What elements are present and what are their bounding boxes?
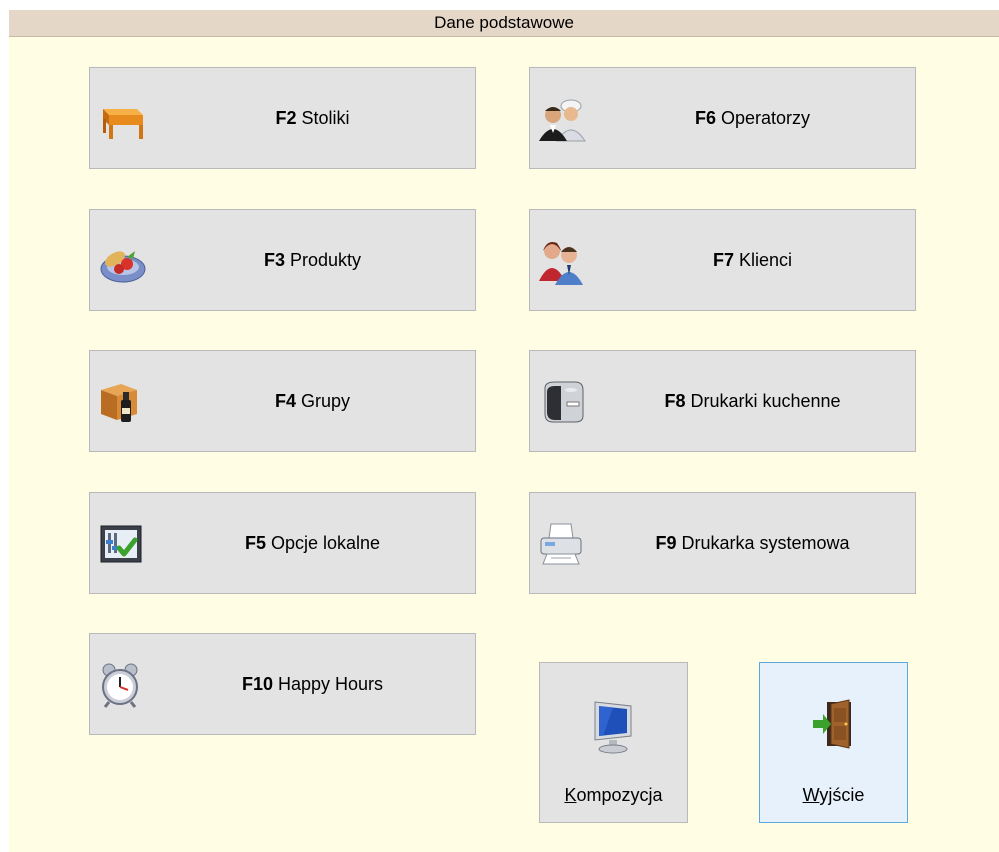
grupy-button[interactable]: F4 Grupy xyxy=(89,350,476,452)
window-title: Dane podstawowe xyxy=(9,10,999,37)
drukarki-kuchenne-button[interactable]: F8 Drukarki kuchenne xyxy=(529,350,916,452)
button-text: Produkty xyxy=(289,249,362,270)
shortcut-key: F9 xyxy=(655,532,677,553)
shortcut-key: F5 xyxy=(244,532,266,553)
shortcut-key: F8 xyxy=(664,390,686,411)
shortcut-key: F7 xyxy=(712,249,734,270)
food-plate-icon xyxy=(100,251,146,283)
drukarka-systemowa-label: F9 Drukarka systemowa xyxy=(590,493,915,593)
operatorzy-button[interactable]: F6 Operatorzy xyxy=(529,67,916,169)
receipt-printer-icon xyxy=(544,381,584,423)
button-text: Opcje lokalne xyxy=(270,532,381,553)
opcje-lokalne-label: F5 Opcje lokalne xyxy=(150,493,475,593)
wyjscie-button[interactable]: Wyjście xyxy=(759,662,908,823)
grupy-label: F4 Grupy xyxy=(150,351,475,451)
happy-hours-label: F10 Happy Hours xyxy=(150,634,475,734)
operatorzy-label: F6 Operatorzy xyxy=(590,68,915,168)
staff-icon xyxy=(539,99,586,142)
box-bottle-icon xyxy=(101,384,137,422)
button-text: yjście xyxy=(819,785,865,805)
button-text: Drukarki kuchenne xyxy=(690,390,841,411)
kompozycja-button[interactable]: Kompozycja xyxy=(539,662,688,823)
settings-check-icon xyxy=(100,525,142,563)
accelerator-key: W xyxy=(802,785,820,805)
klienci-label: F7 Klienci xyxy=(590,210,915,310)
monitor-icon xyxy=(594,701,631,754)
shortcut-key: F3 xyxy=(263,249,285,270)
drukarki-kuchenne-label: F8 Drukarki kuchenne xyxy=(590,351,915,451)
button-text: Grupy xyxy=(300,390,351,411)
table-icon xyxy=(103,109,143,139)
shortcut-key: F6 xyxy=(694,107,716,128)
button-text: Drukarka systemowa xyxy=(681,532,850,553)
klienci-button[interactable]: F7 Klienci xyxy=(529,209,916,311)
opcje-lokalne-button[interactable]: F5 Opcje lokalne xyxy=(89,492,476,594)
customers-icon xyxy=(539,242,583,285)
button-text: Stoliki xyxy=(301,107,350,128)
button-text: Operatorzy xyxy=(720,107,811,128)
exit-door-icon xyxy=(812,699,851,749)
shortcut-key: F2 xyxy=(275,107,297,128)
drukarka-systemowa-button[interactable]: F9 Drukarka systemowa xyxy=(529,492,916,594)
shortcut-key: F10 xyxy=(241,673,273,694)
button-text: Klienci xyxy=(738,249,793,270)
main-panel: Dane podstawowe F2 Stoliki F3 Produkty F… xyxy=(9,10,999,852)
wyjscie-label: Wyjście xyxy=(760,785,907,806)
system-printer-icon xyxy=(540,523,582,565)
button-text: ompozycja xyxy=(576,785,663,805)
kompozycja-label: Kompozycja xyxy=(540,785,687,806)
alarm-clock-icon xyxy=(102,663,138,708)
happy-hours-button[interactable]: F10 Happy Hours xyxy=(89,633,476,735)
shortcut-key: F4 xyxy=(274,390,296,411)
accelerator-key: K xyxy=(564,785,577,805)
stoliki-label: F2 Stoliki xyxy=(150,68,475,168)
button-text: Happy Hours xyxy=(277,673,384,694)
stoliki-button[interactable]: F2 Stoliki xyxy=(89,67,476,169)
produkty-button[interactable]: F3 Produkty xyxy=(89,209,476,311)
produkty-label: F3 Produkty xyxy=(150,210,475,310)
